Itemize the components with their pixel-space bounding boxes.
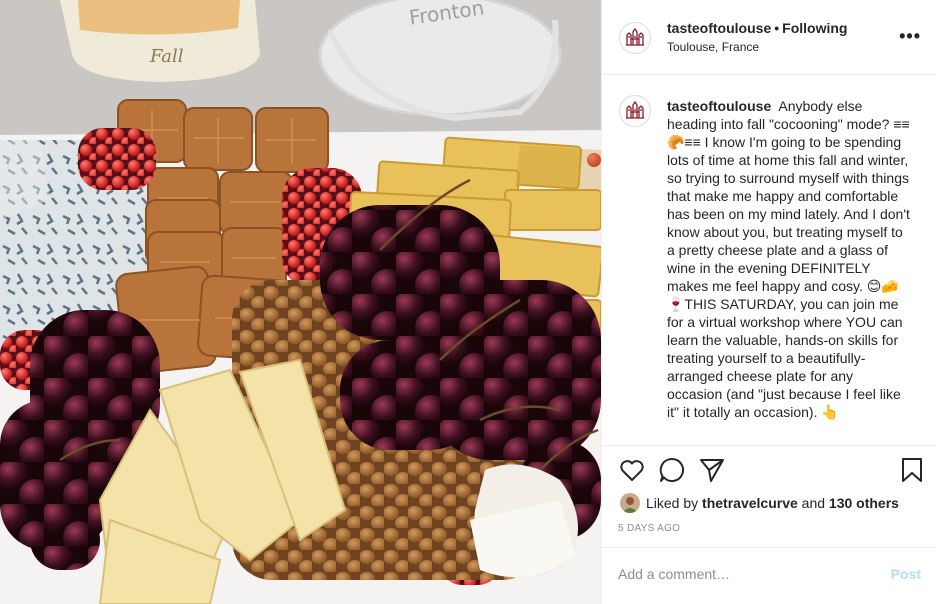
caption-text: Anybody else heading into fall "cocoonin… — [667, 98, 910, 420]
share-icon[interactable] — [698, 456, 726, 484]
likes-conjunction: and — [801, 495, 826, 511]
liker-avatar[interactable] — [620, 493, 640, 513]
person-photo-icon — [620, 493, 640, 513]
caption-avatar[interactable] — [619, 95, 651, 127]
comment-icon[interactable] — [658, 456, 686, 484]
likes-prefix: Liked by — [646, 495, 699, 511]
post-header: tasteoftoulouse • Following Toulouse, Fran… — [602, 0, 936, 75]
post-photo[interactable]: Fall Fronton — [0, 0, 601, 604]
action-bar — [618, 456, 923, 488]
castle-logo-icon — [621, 24, 649, 52]
post-sidebar: tasteoftoulouse • Following Toulouse, Fran… — [601, 0, 936, 604]
caption-area: tasteoftoulouse Anybody else heading int… — [602, 75, 936, 446]
author-avatar[interactable] — [619, 22, 651, 54]
post-timestamp[interactable]: 5 DAYS AGO — [618, 523, 680, 534]
instagram-post: Fall Fronton tasteoftoulouse • Following… — [0, 0, 936, 604]
bookmark-icon[interactable] — [898, 456, 926, 484]
liker-username[interactable]: thetravelcurve — [702, 495, 798, 511]
comment-input[interactable] — [618, 566, 868, 582]
author-username[interactable]: tasteoftoulouse — [667, 20, 771, 36]
following-button[interactable]: Following — [782, 20, 847, 36]
post-location[interactable]: Toulouse, France — [667, 40, 759, 54]
post-comment-button[interactable]: Post — [891, 566, 921, 582]
separator-dot: • — [774, 20, 780, 36]
comment-bar: Post — [602, 547, 936, 604]
svg-text:Fall: Fall — [149, 46, 184, 67]
more-options-icon[interactable]: ••• — [899, 26, 921, 47]
likes-text: Liked by thetravelcurve and 130 others — [646, 495, 899, 511]
caption: tasteoftoulouse Anybody else heading int… — [667, 97, 911, 421]
likes-others[interactable]: 130 others — [829, 495, 899, 511]
cheese-board-image: Fall Fronton — [0, 0, 601, 604]
castle-logo-icon — [621, 97, 649, 125]
author-line: tasteoftoulouse • Following — [667, 20, 847, 36]
caption-username[interactable]: tasteoftoulouse — [667, 98, 771, 114]
heart-icon[interactable] — [618, 456, 646, 484]
